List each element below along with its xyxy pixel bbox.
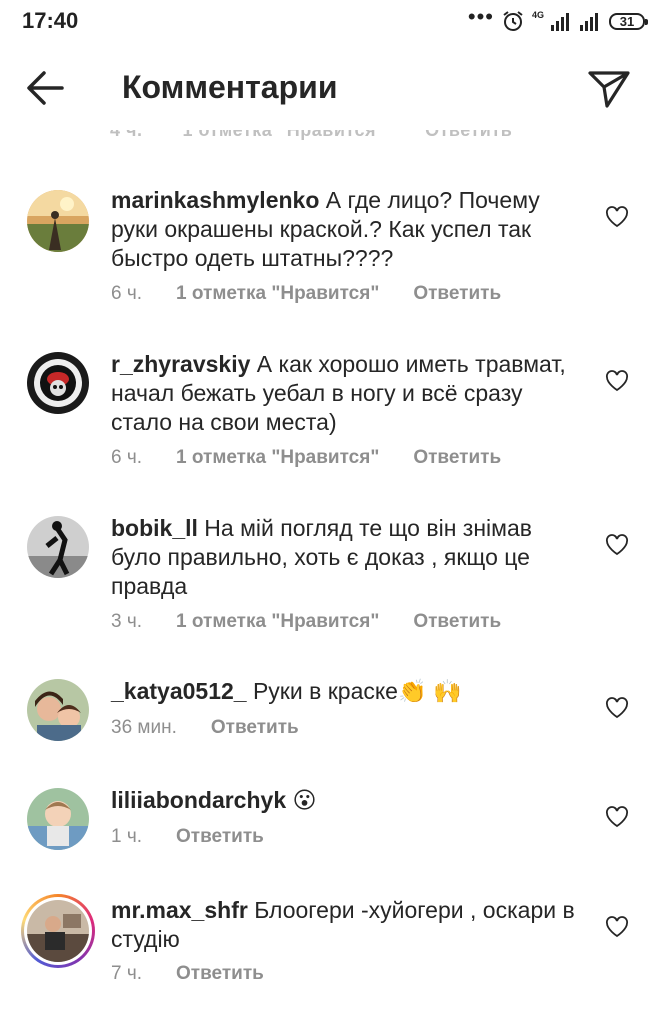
comment-likes[interactable]: 1 отметка "Нравится" (176, 283, 379, 305)
comment-time: 7 ч. (111, 963, 143, 984)
avatar[interactable] (27, 679, 89, 741)
comment-username[interactable]: _katya0512_ (111, 678, 247, 704)
avatar[interactable] (27, 788, 89, 850)
network-type: 4G (531, 10, 544, 20)
comment-meta: 3 ч. 1 отметка "Нравится" Ответить (111, 611, 501, 633)
paper-plane-icon (588, 71, 630, 108)
comment-meta: 6 ч. 1 отметка "Нравится" Ответить (111, 283, 501, 305)
reply-button[interactable]: Ответить (211, 717, 299, 739)
comment-body: Руки в краске (252, 678, 398, 704)
comment-text: marinkashmylenko А где лицо? Почему руки… (111, 186, 581, 273)
status-time: 17:40 (22, 8, 79, 33)
comment-likes[interactable]: 1 отметка "Нравится" (176, 447, 379, 469)
comment-username[interactable]: liliiabondarchyk (111, 787, 286, 813)
comments-header: Комментарии (0, 44, 665, 130)
comment-text: mr.max_shfr Блоогери -хуйогери , оскари … (111, 896, 581, 954)
comment-text: _katya0512_ Руки в краске👏 🙌 (111, 677, 581, 706)
alarm-icon (503, 11, 523, 31)
comment-username[interactable]: mr.max_shfr (111, 897, 248, 923)
heart-outline-icon (606, 370, 628, 392)
like-button[interactable] (605, 370, 629, 392)
avatar[interactable] (27, 190, 89, 252)
status-icons: ••• 4G 31 (467, 4, 648, 34)
comment-text: r_zhyravskiy А как хорошо иметь травмат,… (111, 350, 581, 437)
heart-outline-icon (606, 697, 628, 719)
comment-username[interactable]: r_zhyravskiy (111, 351, 250, 377)
comment-time: 3 ч. (111, 611, 143, 632)
reply-button[interactable]: Ответить (413, 611, 501, 633)
comment-time: 6 ч. (111, 447, 143, 468)
comment-meta: 1 ч. Ответить (111, 826, 264, 848)
back-button[interactable] (22, 66, 70, 110)
comment-time: 6 ч. (111, 283, 143, 304)
like-button[interactable] (605, 806, 629, 828)
reply-button[interactable]: Ответить (176, 826, 264, 848)
heart-outline-icon (606, 534, 628, 556)
comment-text: liliiabondarchyk 😮 (111, 786, 581, 815)
comment-username[interactable]: bobik_ll (111, 515, 198, 541)
like-button[interactable] (605, 534, 629, 556)
comment-meta: 6 ч. 1 отметка "Нравится" Ответить (111, 447, 501, 469)
emoji-surprised: 😮 (292, 787, 317, 813)
battery-indicator: 31 (609, 12, 648, 30)
comment-text: bobik_ll На мій погляд те що він знімав … (111, 514, 581, 601)
reply-button[interactable]: Ответить (413, 447, 501, 469)
comment-time: 1 ч. (111, 826, 143, 847)
avatar[interactable] (27, 352, 89, 414)
page-title: Комментарии (122, 69, 338, 105)
notification-dots: ••• (467, 4, 494, 29)
signal-icon (551, 13, 569, 31)
share-button[interactable] (586, 68, 632, 110)
comment-meta: 7 ч. Ответить (111, 963, 264, 985)
like-button[interactable] (605, 916, 629, 938)
heart-outline-icon (606, 806, 628, 828)
heart-outline-icon (606, 916, 628, 938)
emoji-clap-hands: 👏 🙌 (397, 678, 462, 704)
comment-likes[interactable]: 1 отметка "Нравится" (176, 611, 379, 633)
status-bar: 17:40 ••• 4G 31 (0, 0, 665, 44)
heart-outline-icon (606, 206, 628, 228)
arrow-left-icon (27, 71, 64, 105)
comment-time: 36 мин. (111, 717, 177, 738)
like-button[interactable] (605, 206, 629, 228)
reply-button[interactable]: Ответить (413, 283, 501, 305)
reply-button[interactable]: Ответить (176, 963, 264, 985)
avatar-with-story-ring[interactable] (21, 894, 95, 968)
like-button[interactable] (605, 697, 629, 719)
signal-icon (580, 13, 598, 31)
avatar[interactable] (27, 516, 89, 578)
comment-meta: 36 мин. Ответить (111, 717, 299, 739)
comment-username[interactable]: marinkashmylenko (111, 187, 319, 213)
